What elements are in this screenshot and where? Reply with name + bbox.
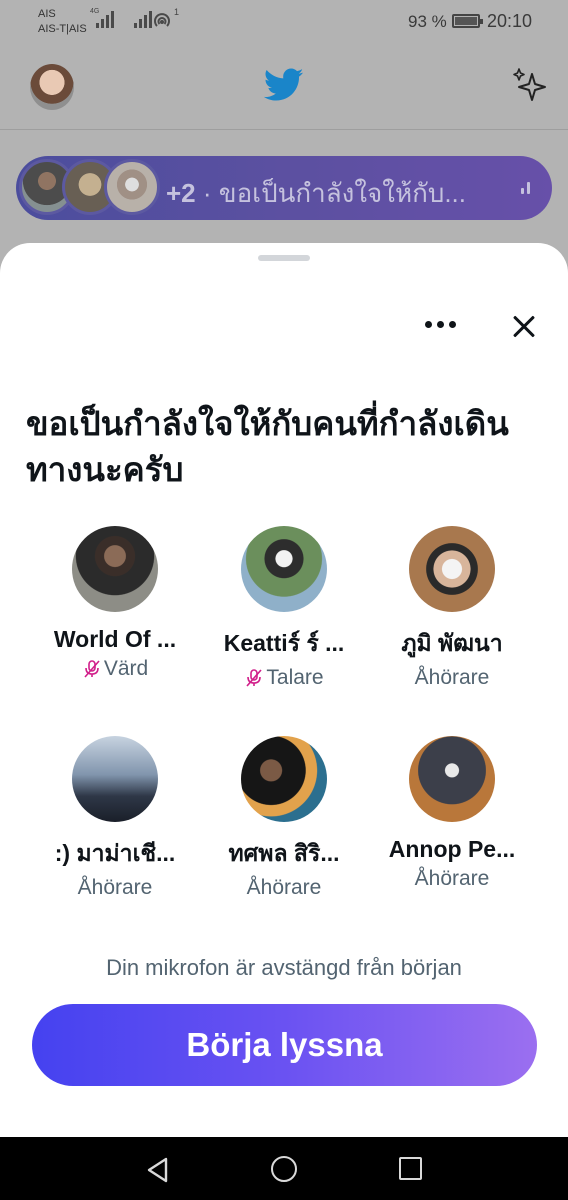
participant-role-row: Åhörare (372, 666, 532, 690)
participant-role-row: Åhörare (204, 876, 364, 900)
clock: 20:10 (487, 11, 533, 31)
back-icon[interactable] (146, 1157, 170, 1183)
participant-name: :) มาม่าเชี... (54, 840, 176, 866)
participant-avatar (241, 526, 327, 612)
more-options-button[interactable] (420, 309, 460, 339)
twitter-bird-icon (264, 68, 304, 101)
participant-name: Annop Pe... (388, 836, 516, 862)
app-header (0, 44, 568, 130)
carrier-primary: AIS (38, 8, 56, 20)
participant-role: Åhörare (77, 876, 153, 899)
carrier-secondary: AIS-T|AIS (38, 23, 87, 35)
participant-name: World Of ... (53, 626, 177, 652)
participant-avatar (72, 526, 158, 612)
participant[interactable]: ทศพล สิริ... Åhörare (204, 736, 364, 900)
participant[interactable]: Keattiร์ ร์ ... Talare (204, 526, 364, 690)
participant-role-row: Talare (204, 666, 364, 690)
status-bar: AIS AIS-T|AIS 4G 1 93 % 20:10 (0, 0, 568, 44)
drag-handle[interactable] (258, 255, 310, 261)
space-sheet: ขอเป็นกำลังใจให้กับคนที่กำลังเดินทางนะคร… (0, 243, 568, 1137)
space-bar-title: ขอเป็นกำลังใจให้กับ... (218, 178, 466, 208)
microphone-note: Din mikrofon är avstängd från början (106, 955, 462, 980)
cell-signal-icon: 4G (90, 8, 152, 28)
profile-avatar[interactable] (30, 64, 74, 110)
participant-avatar (72, 736, 158, 822)
participant-role: Talare (266, 666, 324, 689)
carrier-info: AIS AIS-T|AIS (38, 7, 87, 37)
recent-apps-icon[interactable] (399, 1157, 422, 1180)
hotspot-badge: 1 (174, 7, 180, 17)
live-space-bar[interactable]: +2 · ขอเป็นกำลังใจให้กับ... (16, 156, 552, 220)
participant-avatar (241, 736, 327, 822)
close-icon[interactable] (506, 309, 542, 345)
participant-role: Åhörare (414, 666, 490, 689)
space-title: ขอเป็นกำลังใจให้กับคนที่กำลังเดินทางนะคร… (26, 405, 509, 488)
participant-avatar (409, 736, 495, 822)
space-avatar (104, 159, 160, 215)
network-type: 4G (90, 8, 100, 15)
separator-dot: · (202, 178, 212, 208)
participant-name: Keattiร์ ร์ ... (223, 630, 345, 656)
participant[interactable]: :) มาม่าเชี... Åhörare (35, 736, 195, 900)
participant-role-row: Värd (35, 657, 195, 681)
participant[interactable]: Annop Pe... Åhörare (372, 736, 532, 891)
participant-name: ทศพล สิริ... (228, 840, 340, 866)
participant-role: Åhörare (246, 876, 322, 899)
participant-role: Värd (103, 657, 149, 680)
start-listening-button[interactable]: Börja lyssna (32, 1004, 537, 1086)
battery-percent: 93 % (408, 12, 447, 31)
participant-role-row: Åhörare (35, 876, 195, 900)
participant[interactable]: ภูมิ พัฒนา Åhörare (372, 526, 532, 690)
participant-role-row: Åhörare (372, 867, 532, 891)
hotspot-icon (154, 13, 170, 27)
participant-name: ภูมิ พัฒนา (401, 630, 503, 656)
system-nav-bar (0, 1137, 568, 1200)
participant-role: Åhörare (414, 867, 490, 890)
extra-count: +2 (166, 178, 196, 208)
mic-off-icon (246, 669, 262, 687)
participant[interactable]: World Of ... Värd (35, 526, 195, 681)
space-bar-text: +2 · ขอเป็นกำลังใจให้กับ... (166, 173, 466, 214)
audio-levels-icon (521, 182, 530, 194)
battery-icon (452, 14, 483, 28)
participant-avatar (409, 526, 495, 612)
home-icon[interactable] (271, 1156, 297, 1182)
sparkle-icon[interactable] (510, 66, 550, 106)
mic-off-icon (84, 660, 100, 678)
